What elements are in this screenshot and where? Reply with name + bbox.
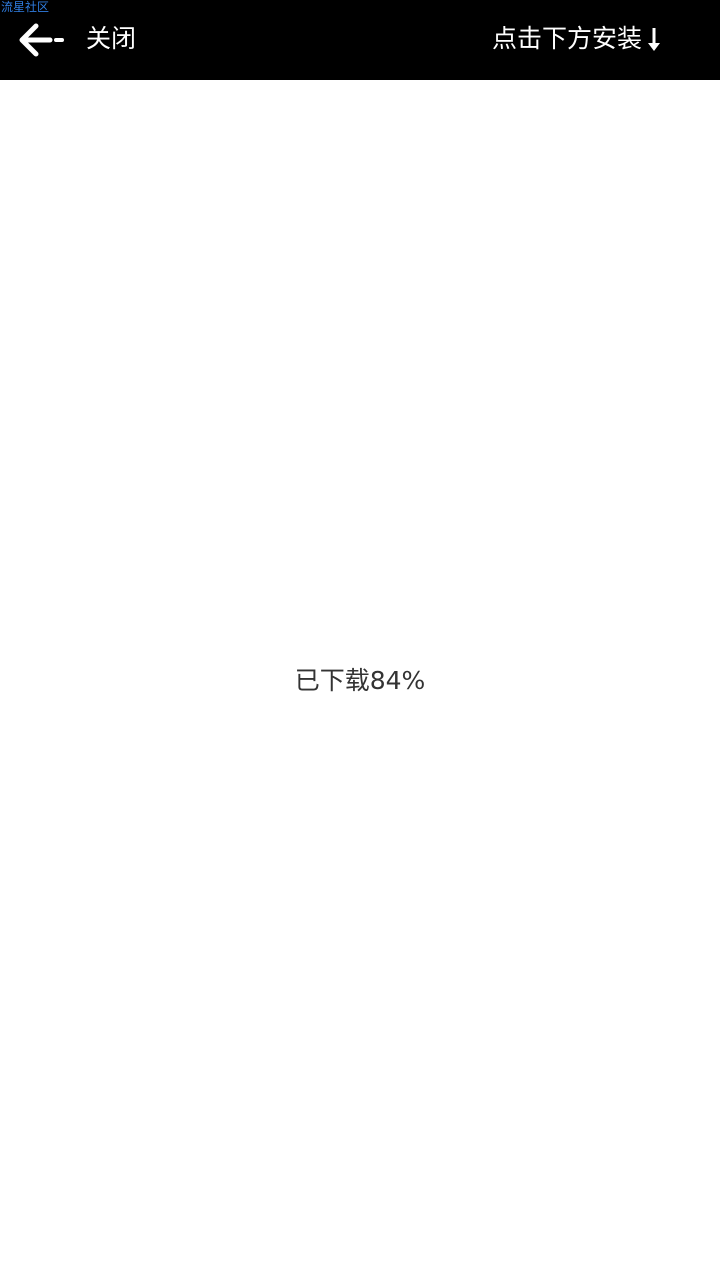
back-button[interactable] (14, 18, 70, 62)
arrow-left-icon (19, 23, 64, 57)
download-progress-text: 已下载84% (294, 666, 426, 695)
close-button[interactable]: 关闭 (86, 22, 136, 56)
install-hint[interactable]: 点击下方安装 (492, 22, 662, 56)
watermark-text: 流星社区 (1, 0, 50, 14)
install-hint-label: 点击下方安装 (491, 24, 642, 53)
arrow-down-icon (648, 28, 660, 51)
top-bar: 关闭 点击下方安装 (0, 0, 720, 80)
download-page: 流星社区 关闭 点击下方安装 已下载84% (0, 0, 720, 1280)
